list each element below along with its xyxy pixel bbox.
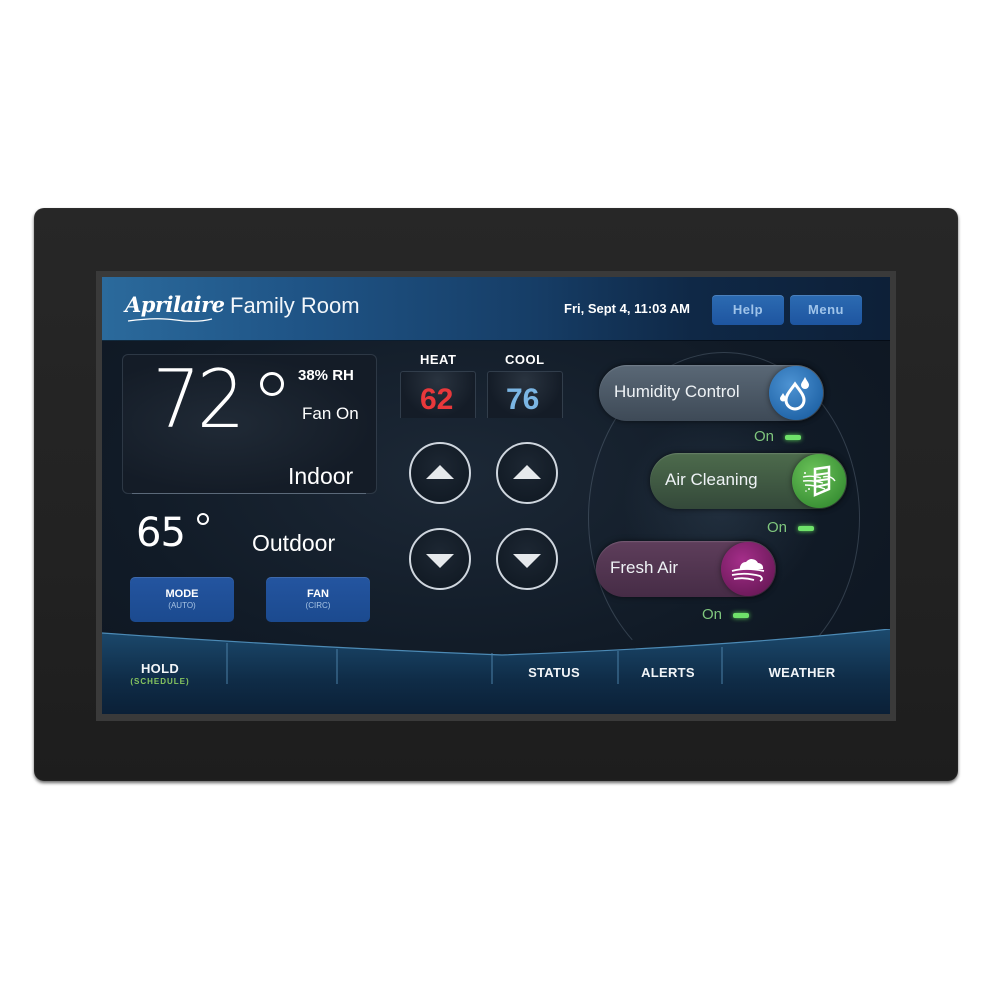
humidity-reading: 38% RH [298, 367, 354, 384]
arrow-down-icon [426, 554, 454, 568]
status-led [798, 526, 814, 531]
date-time: Fri, Sept 4, 11:03 AM [564, 301, 690, 316]
fan-button[interactable]: FAN (CIRC) [266, 577, 370, 622]
alerts-button[interactable]: ALERTS [618, 665, 718, 680]
toggle-label: Air Cleaning [665, 470, 758, 489]
help-button[interactable]: Help [712, 295, 784, 325]
bottom-nav: HOLD (SCHEDULE) STATUS ALERTS WEATHER [102, 629, 890, 714]
logo-swoosh-icon [127, 318, 213, 322]
arrow-up-icon [426, 465, 454, 479]
arrow-down-icon [513, 554, 541, 568]
heat-up-button[interactable] [409, 442, 471, 504]
weather-button[interactable]: WEATHER [722, 665, 882, 680]
fan-status: Fan On [302, 404, 359, 423]
outdoor-label: Outdoor [252, 530, 336, 556]
toggle-label: Fresh Air [610, 558, 679, 577]
heat-setpoint-value: 62 [420, 383, 454, 416]
mode-value: (AUTO) [168, 601, 196, 610]
menu-button[interactable]: Menu [790, 295, 862, 325]
divider [132, 493, 366, 494]
arrow-up-icon [513, 465, 541, 479]
hold-button[interactable]: HOLD (SCHEDULE) [112, 661, 208, 686]
status-led [733, 613, 749, 618]
fresh-air-status: On [702, 606, 723, 623]
header-bar: Aprilaire Family Room Fri, Sept 4, 11:03… [102, 277, 890, 341]
brand-logo: Aprilaire [125, 292, 225, 317]
degree-symbol [197, 513, 209, 525]
water-drops-icon [769, 366, 823, 420]
toggle-label: Humidity Control [614, 382, 740, 401]
indoor-temperature: 72 [152, 353, 245, 446]
cloud-wind-icon [721, 542, 775, 596]
status-button[interactable]: STATUS [494, 665, 614, 680]
air-cleaning-status: On [767, 519, 788, 536]
mode-button[interactable]: MODE (AUTO) [130, 577, 234, 622]
fresh-air-toggle[interactable]: Fresh Air [596, 541, 776, 597]
heat-down-button[interactable] [409, 528, 471, 590]
humidity-status: On [754, 428, 775, 445]
fan-value: (CIRC) [305, 601, 331, 610]
fan-label: FAN [307, 588, 329, 600]
indoor-label: Indoor [288, 463, 354, 489]
cool-setpoint-value: 76 [506, 383, 540, 416]
nav-slot-empty[interactable] [228, 649, 336, 709]
nav-slot-empty[interactable] [338, 649, 491, 709]
degree-symbol [260, 372, 284, 396]
status-led [785, 435, 801, 440]
heat-label: HEAT [420, 352, 457, 367]
mode-label: MODE [165, 588, 199, 600]
cool-up-button[interactable] [496, 442, 558, 504]
outdoor-temperature: 65 [136, 510, 186, 556]
cool-down-button[interactable] [496, 528, 558, 590]
hold-label: HOLD [140, 661, 180, 676]
air-cleaning-toggle[interactable]: Air Cleaning [650, 453, 847, 509]
thermostat-screen: Aprilaire Family Room Fri, Sept 4, 11:03… [102, 277, 890, 714]
humidity-control-toggle[interactable]: Humidity Control [599, 365, 824, 421]
air-filter-icon [792, 454, 846, 508]
room-title: Family Room [230, 293, 360, 318]
hold-sub-label: (SCHEDULE) [130, 677, 190, 686]
cool-label: COOL [505, 352, 545, 367]
